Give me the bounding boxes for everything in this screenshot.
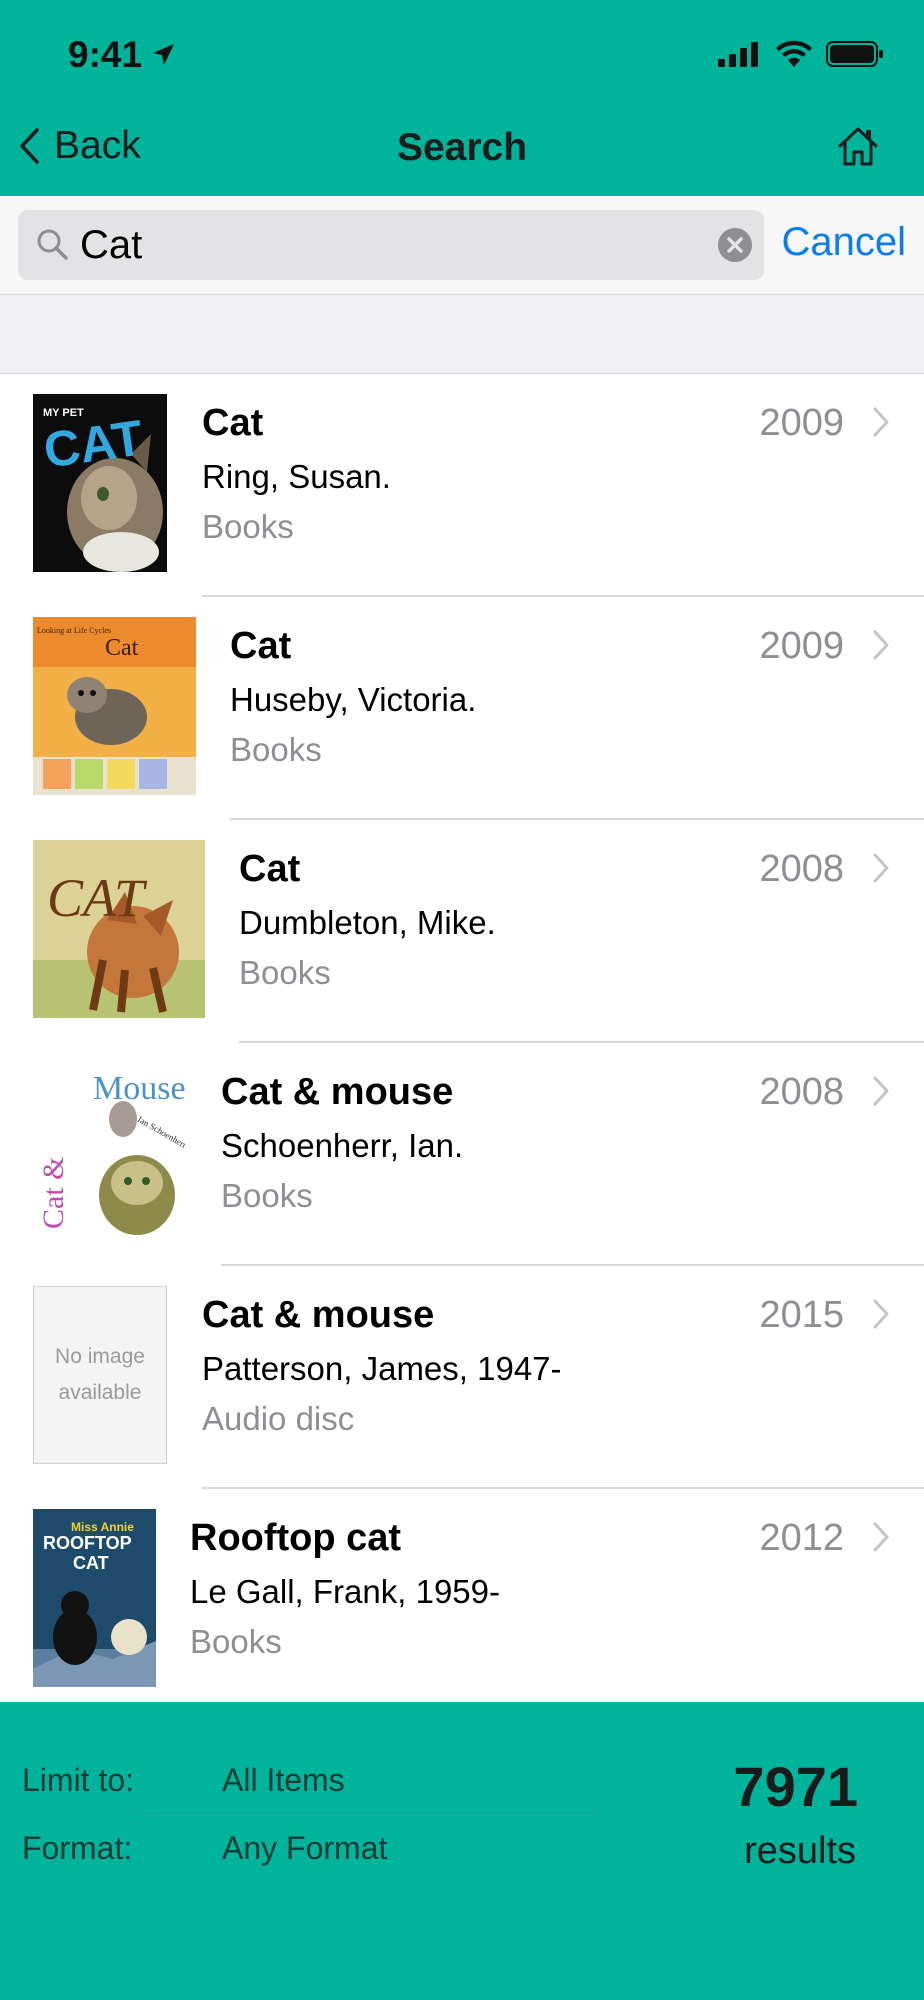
cover-image: CAT: [33, 840, 205, 1018]
search-bar: Cancel: [0, 196, 924, 294]
result-title: Cat & mouse: [221, 1071, 454, 1113]
result-format: Books: [239, 954, 331, 991]
search-input[interactable]: [80, 216, 700, 274]
result-author: Patterson, James, 1947-: [202, 1350, 562, 1387]
location-arrow-icon: [153, 44, 175, 65]
chevron-right-icon: [873, 407, 889, 437]
result-year: 2009: [759, 402, 844, 444]
svg-text:Looking at Life Cycles: Looking at Life Cycles: [37, 626, 111, 635]
svg-text:Cat &: Cat &: [37, 1157, 70, 1230]
chevron-right-icon: [873, 630, 889, 660]
result-title: Rooftop cat: [190, 1517, 402, 1559]
svg-text:CAT: CAT: [73, 1553, 109, 1573]
cover-image: Looking at Life Cycles Cat: [33, 617, 196, 795]
cancel-button[interactable]: Cancel: [781, 220, 906, 265]
limit-label: Limit to:: [22, 1762, 135, 1798]
format-value-button[interactable]: Any Format: [222, 1830, 387, 1867]
no-image-text: No image available: [55, 1345, 145, 1404]
clear-search-button[interactable]: [718, 228, 752, 262]
result-author: Huseby, Victoria.: [230, 681, 477, 718]
result-author: Ring, Susan.: [202, 458, 391, 495]
svg-text:ROOFTOP: ROOFTOP: [43, 1533, 132, 1553]
results-list: MY PET CAT Cat Ring, Susan. Books 2009 L…: [0, 374, 924, 1702]
clear-icon: [727, 237, 743, 253]
search-field[interactable]: [18, 210, 764, 280]
svg-text:CAT: CAT: [47, 868, 148, 928]
wifi-icon: [776, 40, 812, 67]
battery-icon: [826, 41, 883, 67]
cover-image: MY PET CAT: [33, 394, 167, 572]
home-icon: [838, 127, 878, 166]
cover-image: Miss Annie ROOFTOP CAT: [33, 1509, 156, 1687]
result-format: Books: [190, 1623, 282, 1660]
result-author: Schoenherr, Ian.: [221, 1127, 464, 1164]
status-time: 9:41: [68, 34, 176, 76]
result-title: Cat: [239, 848, 301, 890]
signal-icon: [718, 42, 758, 67]
result-format: Books: [230, 731, 322, 768]
svg-text:Miss Annie: Miss Annie: [71, 1520, 134, 1534]
result-row[interactable]: No image available Cat & mouse Patterson…: [0, 1266, 924, 1489]
result-format: Audio disc: [202, 1400, 355, 1437]
chevron-right-icon: [873, 1522, 889, 1552]
result-year: 2012: [759, 1517, 844, 1559]
cover-image: Mouse Cat & Ian Schoenherr: [33, 1063, 185, 1241]
result-author: Dumbleton, Mike.: [239, 904, 496, 941]
result-row[interactable]: Mouse Cat & Ian Schoenherr Cat & mouse S…: [0, 1043, 924, 1266]
result-row[interactable]: Miss Annie ROOFTOP CAT Rooftop cat Le Ga…: [0, 1489, 924, 1712]
chevron-right-icon: [873, 1299, 889, 1329]
limit-value-button[interactable]: All Items: [222, 1762, 345, 1799]
result-title: Cat: [230, 625, 292, 667]
format-label: Format:: [22, 1830, 133, 1866]
result-count-label: results: [744, 1830, 856, 1872]
chevron-right-icon: [873, 853, 889, 883]
result-author: Le Gall, Frank, 1959-: [190, 1573, 500, 1610]
result-year: 2009: [759, 625, 844, 667]
result-count: 7971: [733, 1755, 858, 1818]
result-format: Books: [202, 508, 294, 545]
result-year: 2015: [759, 1294, 844, 1336]
svg-text:Cat: Cat: [105, 635, 139, 661]
header: 9:41 Back Search: [0, 0, 924, 196]
no-image-placeholder: No image available: [33, 1286, 167, 1464]
result-row[interactable]: MY PET CAT Cat Ring, Susan. Books 2009: [0, 374, 924, 597]
result-title: Cat: [202, 402, 264, 444]
page-title: Search: [396, 126, 528, 169]
result-row[interactable]: CAT Cat Dumbleton, Mike. Books 2008: [0, 820, 924, 1043]
status-time-label: 9:41: [68, 34, 143, 75]
chevron-right-icon: [873, 1076, 889, 1106]
section-spacer: [0, 294, 924, 374]
search-icon: [37, 229, 68, 260]
result-title: Cat & mouse: [202, 1294, 435, 1336]
home-button[interactable]: [836, 124, 880, 173]
status-bar: 9:41: [0, 0, 924, 110]
filter-divider: [130, 1812, 600, 1813]
nav-bar: Back Search: [0, 110, 924, 196]
result-format: Books: [221, 1177, 313, 1214]
result-row[interactable]: Looking at Life Cycles Cat Cat Huseby, V…: [0, 597, 924, 820]
filter-footer: Limit to: All Items Format: Any Format 7…: [0, 1702, 924, 2000]
result-year: 2008: [759, 1071, 844, 1113]
status-icons: [718, 40, 884, 68]
result-year: 2008: [759, 848, 844, 890]
svg-text:Mouse: Mouse: [93, 1070, 185, 1107]
